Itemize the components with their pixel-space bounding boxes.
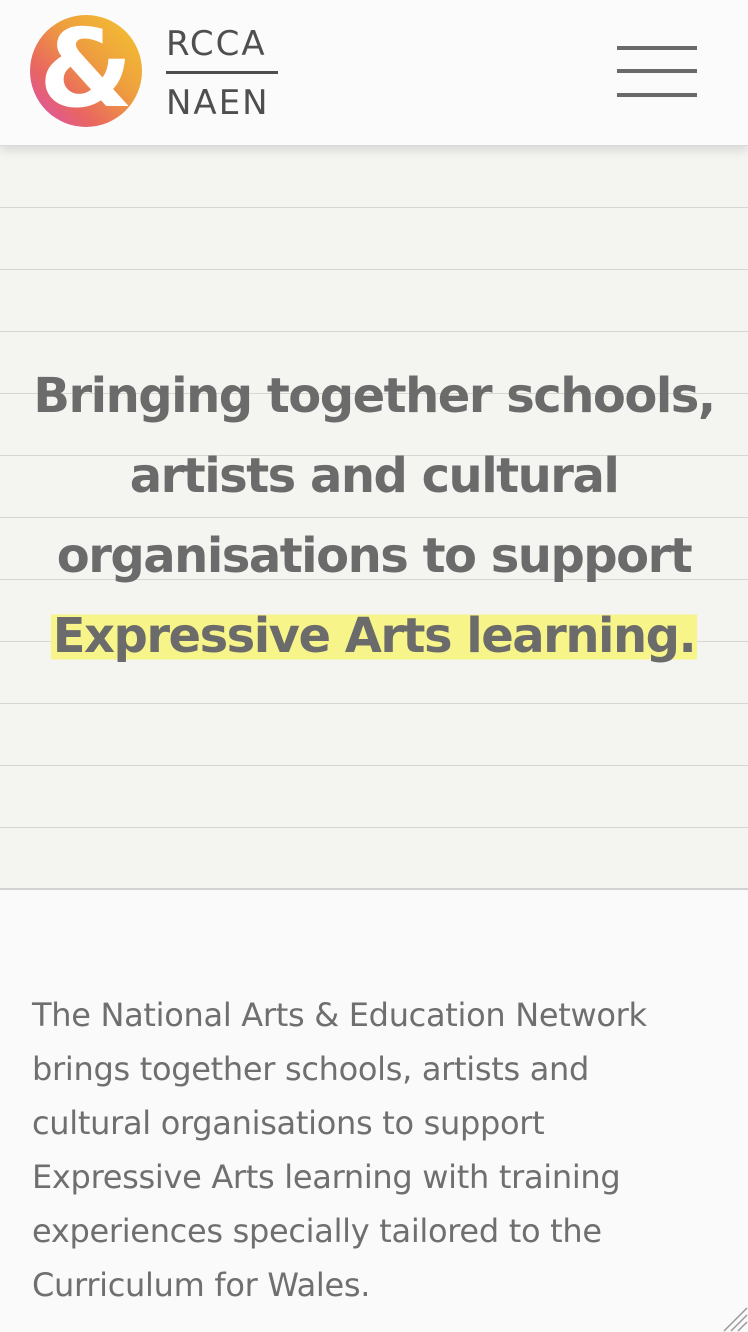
intro-line-5: experiences specially tailored to the <box>32 1212 602 1250</box>
hero-highlight: Expressive Arts learning. <box>50 608 698 664</box>
resize-handle-icon[interactable] <box>720 1304 748 1332</box>
intro-paragraph: The National Arts & Education Network br… <box>32 988 722 1312</box>
hero-section: Bringing together schools, artists and c… <box>0 146 748 890</box>
intro-line-1: The National Arts & Education Network <box>32 996 647 1034</box>
hero-heading-line-4: Expressive Arts learning. <box>0 596 748 676</box>
logo-mark[interactable]: & <box>30 15 142 127</box>
hero-heading-line-3: organisations to support <box>56 528 693 584</box>
ampersand-logo-icon: & <box>38 15 134 127</box>
logo-text-rcca[interactable]: RCCA <box>166 24 280 64</box>
menu-bar-bottom <box>617 93 697 97</box>
hero-heading-line-1: Bringing together schools, <box>33 368 716 424</box>
intro-line-3: cultural organisations to support <box>32 1104 545 1142</box>
hero-heading: Bringing together schools, artists and c… <box>0 356 748 676</box>
site-header: & RCCA NAEN <box>0 0 748 146</box>
hamburger-menu-icon[interactable] <box>610 38 706 106</box>
intro-line-2: brings together schools, artists and <box>32 1050 590 1088</box>
menu-bar-top <box>617 46 697 50</box>
logo-divider <box>166 71 278 74</box>
intro-line-4: Expressive Arts learning with training <box>32 1158 621 1196</box>
logo-text-naen[interactable]: NAEN <box>166 83 280 123</box>
menu-bar-middle <box>617 69 697 73</box>
hero-heading-line-2: artists and cultural <box>129 448 620 504</box>
intro-line-6: Curriculum for Wales. <box>32 1266 371 1304</box>
